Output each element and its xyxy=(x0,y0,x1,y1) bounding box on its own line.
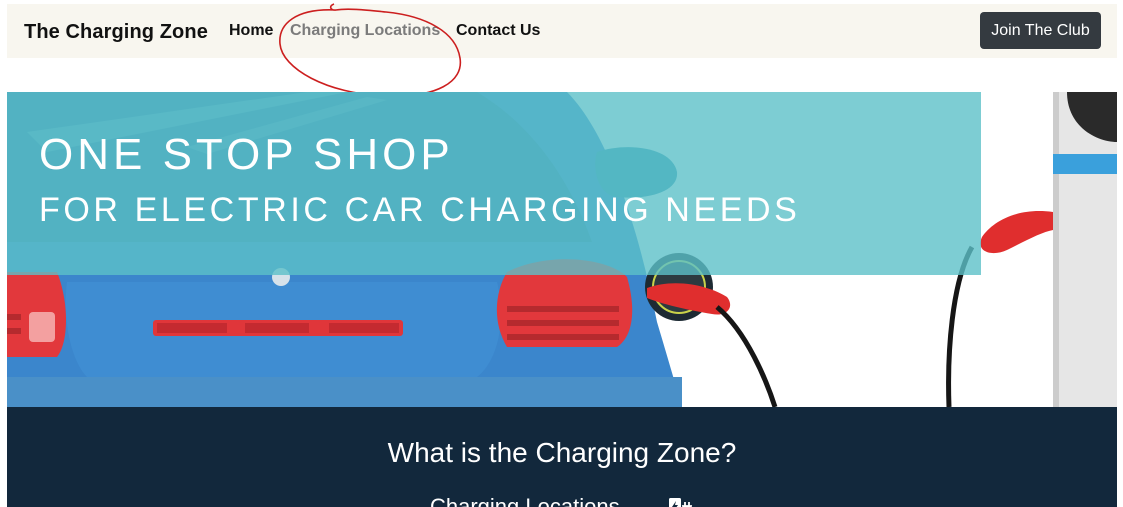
hero-section: ONE STOP SHOP FOR ELECTRIC CAR CHARGING … xyxy=(7,92,1117,407)
hero-banner-overlay: ONE STOP SHOP FOR ELECTRIC CAR CHARGING … xyxy=(7,92,981,275)
ev-charger-icon xyxy=(669,498,693,507)
section-heading: What is the Charging Zone? xyxy=(387,437,737,468)
info-section: What is the Charging Zone? Charging Loca… xyxy=(7,407,1117,507)
charging-locations-link[interactable]: Charging Locations xyxy=(430,494,620,507)
navbar: The Charging Zone Home Charging Location… xyxy=(7,4,1117,58)
hero-subtitle: FOR ELECTRIC CAR CHARGING NEEDS xyxy=(39,191,801,229)
join-the-club-button[interactable]: Join The Club xyxy=(980,12,1101,49)
nav-link-charging-locations[interactable]: Charging Locations xyxy=(290,22,440,40)
nav-link-contact-us[interactable]: Contact Us xyxy=(456,22,540,40)
nav-link-home[interactable]: Home xyxy=(229,22,273,40)
hero-title: ONE STOP SHOP xyxy=(39,130,454,179)
brand-logo-text[interactable]: The Charging Zone xyxy=(24,21,208,44)
